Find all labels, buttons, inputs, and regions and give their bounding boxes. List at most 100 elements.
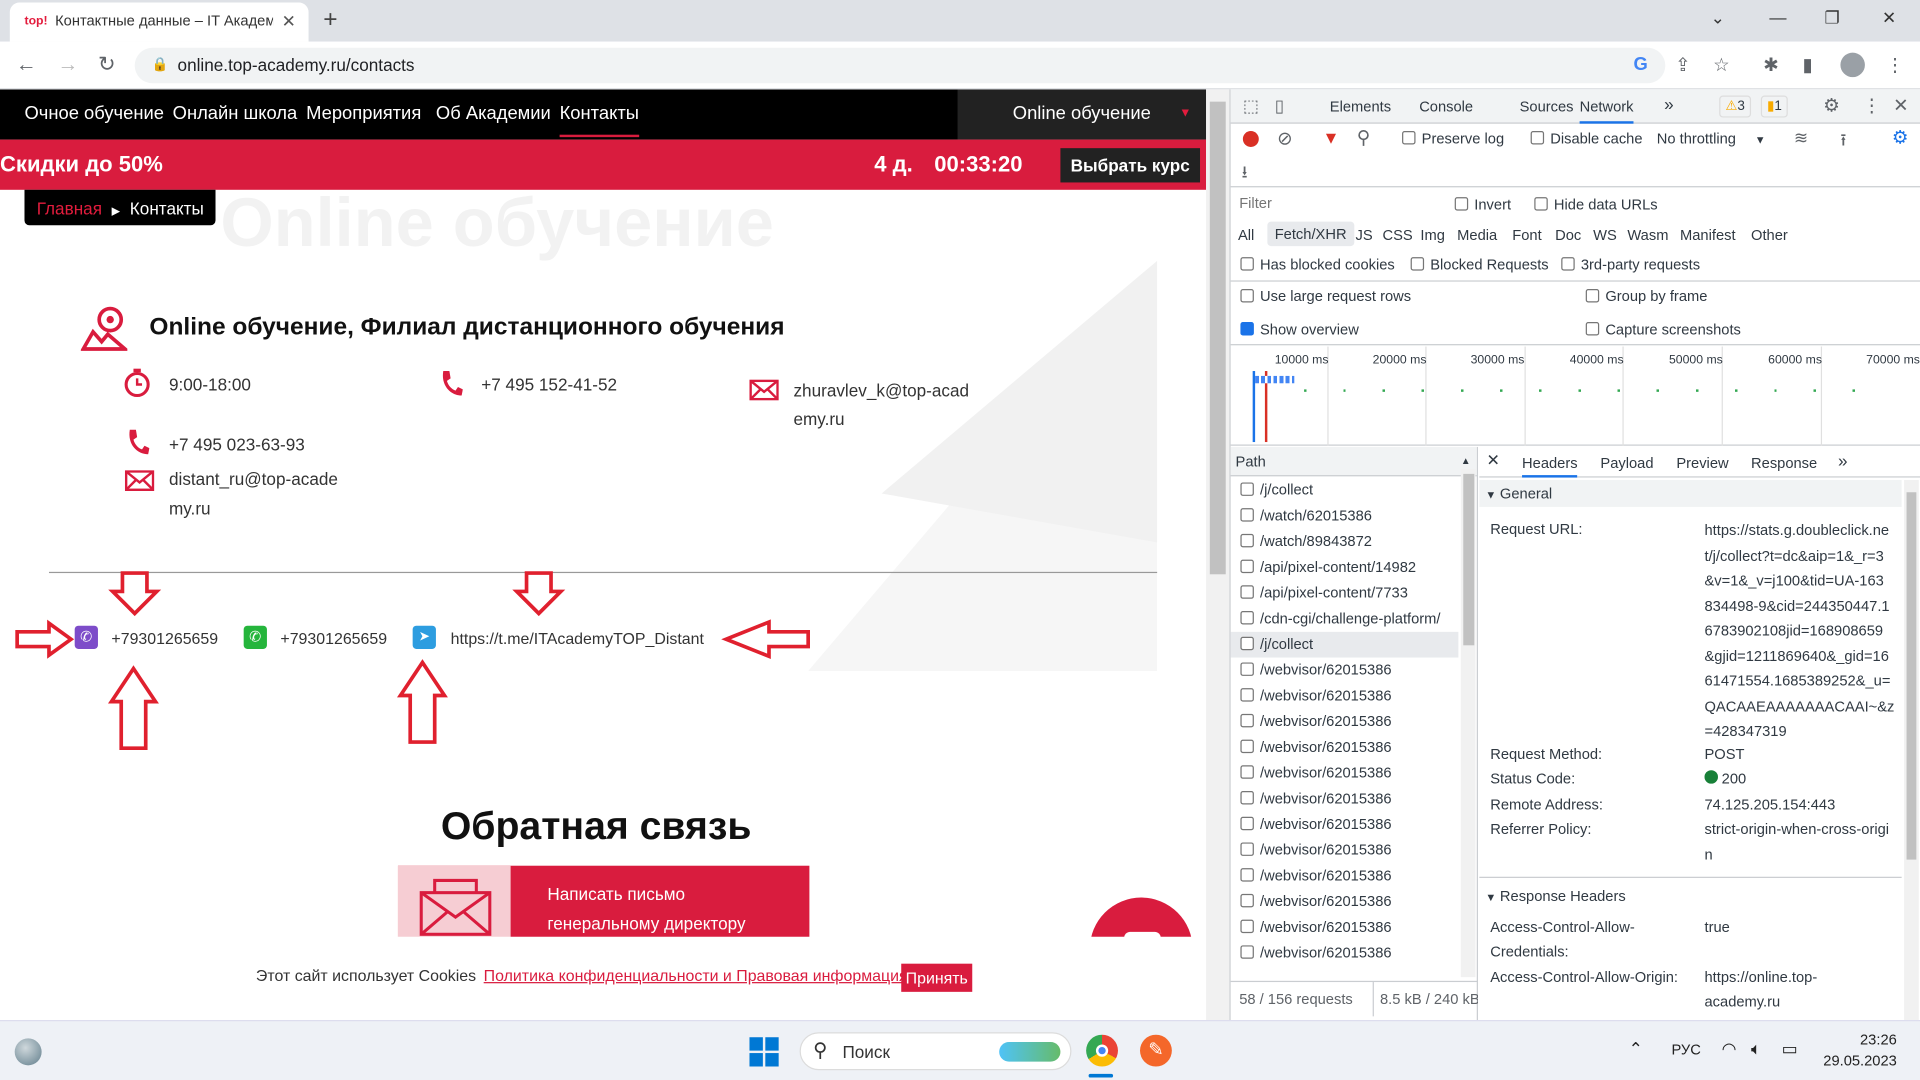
- devtools-settings-icon[interactable]: ⚙: [1823, 94, 1839, 117]
- general-section-header[interactable]: ▼ General: [1479, 480, 1902, 507]
- email-1-line2[interactable]: emy.ru: [793, 405, 844, 433]
- issues-badge[interactable]: ▮1: [1760, 95, 1788, 118]
- network-overview-timeline[interactable]: 10000 ms 20000 ms 30000 ms 40000 ms 5000…: [1230, 346, 1920, 446]
- hide-data-urls-checkbox[interactable]: Hide data URLs: [1534, 196, 1658, 213]
- group-by-frame-checkbox[interactable]: Group by frame: [1585, 288, 1707, 305]
- third-party-checkbox[interactable]: 3rd-party requests: [1561, 256, 1700, 273]
- throttling-select[interactable]: No throttling ▼: [1657, 130, 1766, 147]
- request-row-checkbox[interactable]: [1240, 945, 1254, 959]
- nav-link-online-school[interactable]: Онлайн школа: [173, 103, 298, 124]
- invert-checkbox[interactable]: Invert: [1454, 196, 1511, 213]
- request-row[interactable]: /j/collect: [1230, 631, 1459, 658]
- type-filter-doc[interactable]: Doc: [1555, 227, 1581, 244]
- type-filter-js[interactable]: JS: [1356, 227, 1373, 244]
- side-panel-icon[interactable]: ▮: [1802, 54, 1812, 76]
- request-list-scrollbar[interactable]: [1460, 468, 1476, 978]
- tray-chevron-icon[interactable]: ⌃: [1629, 1038, 1643, 1059]
- request-row-checkbox[interactable]: [1240, 842, 1254, 856]
- capture-screenshots-checkbox[interactable]: Capture screenshots: [1585, 321, 1741, 338]
- request-row-checkbox[interactable]: [1240, 816, 1254, 831]
- preserve-log-checkbox[interactable]: Preserve log: [1402, 130, 1504, 147]
- show-overview-checkbox[interactable]: Show overview: [1240, 321, 1359, 338]
- request-row-checkbox[interactable]: [1240, 508, 1254, 522]
- request-row[interactable]: /webvisor/62015386: [1231, 889, 1459, 915]
- accept-cookies-button[interactable]: Принять: [901, 963, 973, 992]
- request-row-checkbox[interactable]: [1240, 636, 1254, 651]
- share-icon[interactable]: ⇪: [1675, 54, 1690, 76]
- search-icon[interactable]: ⚲: [1357, 126, 1370, 148]
- request-row-checkbox[interactable]: [1240, 482, 1254, 496]
- request-row[interactable]: /webvisor/62015386: [1231, 838, 1459, 864]
- google-icon[interactable]: G: [1633, 54, 1647, 75]
- extensions-icon[interactable]: ✱: [1763, 54, 1778, 76]
- tab-search-chevron-icon[interactable]: ⌄: [1711, 7, 1725, 28]
- type-filter-manifest[interactable]: Manifest: [1680, 227, 1736, 244]
- path-column-header[interactable]: Path ▲: [1230, 446, 1477, 477]
- devtools-menu-icon[interactable]: ⋮: [1862, 94, 1880, 117]
- request-row[interactable]: /webvisor/62015386: [1231, 812, 1459, 838]
- clock-date[interactable]: 29.05.2023: [1823, 1052, 1897, 1069]
- details-scrollbar[interactable]: [1904, 480, 1919, 1021]
- request-row[interactable]: /webvisor/62015386: [1231, 683, 1459, 709]
- page-scrollbar-thumb[interactable]: [1209, 101, 1226, 575]
- nav-link-offline[interactable]: Очное обучение: [24, 103, 163, 124]
- record-icon[interactable]: [1242, 131, 1259, 147]
- request-row-checkbox[interactable]: [1240, 585, 1254, 599]
- disable-cache-checkbox[interactable]: Disable cache: [1530, 130, 1643, 147]
- new-tab-icon[interactable]: +: [323, 6, 337, 34]
- detail-tab-response[interactable]: Response: [1751, 454, 1817, 471]
- request-row-checkbox[interactable]: [1240, 765, 1254, 779]
- request-row[interactable]: /webvisor/62015386: [1231, 760, 1459, 786]
- request-row[interactable]: /watch/89843872: [1231, 529, 1459, 555]
- volume-icon[interactable]: 🔈︎: [1751, 1038, 1761, 1059]
- type-filter-font[interactable]: Font: [1512, 227, 1541, 244]
- privacy-policy-link[interactable]: Политика конфиденциальности и Правовая и…: [484, 966, 908, 984]
- omnibox[interactable]: 🔒 online.top-academy.ru/contacts: [134, 47, 1666, 84]
- has-blocked-cookies-checkbox[interactable]: Has blocked cookies: [1240, 256, 1395, 273]
- battery-icon[interactable]: ▭: [1782, 1038, 1798, 1059]
- weather-widget-icon[interactable]: [14, 1038, 42, 1066]
- request-list-scrollbar-thumb[interactable]: [1463, 473, 1475, 646]
- request-row-checkbox[interactable]: [1240, 559, 1254, 574]
- network-conditions-icon[interactable]: ≋: [1794, 127, 1808, 148]
- nav-link-events[interactable]: Мероприятия: [306, 103, 421, 124]
- request-row[interactable]: /webvisor/62015386: [1231, 735, 1459, 761]
- input-language[interactable]: РУС: [1671, 1041, 1700, 1058]
- lock-icon[interactable]: 🔒: [152, 56, 169, 73]
- tab-console[interactable]: Console: [1419, 98, 1473, 115]
- more-detail-tabs-icon[interactable]: »: [1838, 451, 1848, 471]
- request-row[interactable]: /webvisor/62015386: [1231, 940, 1459, 966]
- bookmark-star-icon[interactable]: ☆: [1713, 54, 1729, 76]
- choose-course-button[interactable]: Выбрать курс: [1060, 148, 1201, 183]
- page-scrollbar[interactable]: [1206, 89, 1230, 1021]
- browser-tab[interactable]: top! Контактные данные – IT Академ ✕: [9, 2, 309, 42]
- request-row[interactable]: /cdn-cgi/challenge-platform/: [1231, 606, 1459, 632]
- type-filter-css[interactable]: CSS: [1382, 227, 1412, 244]
- request-row[interactable]: /webvisor/62015386: [1231, 863, 1459, 889]
- chrome-taskbar-icon[interactable]: [1086, 1034, 1118, 1067]
- type-filter-ws[interactable]: WS: [1593, 227, 1617, 244]
- phone-number-2[interactable]: +7 495 023-63-93: [169, 431, 305, 459]
- type-filter-other[interactable]: Other: [1751, 227, 1788, 244]
- type-filter-fetch-xhr[interactable]: Fetch/XHR: [1267, 221, 1354, 247]
- clear-icon[interactable]: ⊘: [1277, 127, 1292, 150]
- request-row[interactable]: /api/pixel-content/14982: [1231, 555, 1459, 581]
- request-row[interactable]: /webvisor/62015386: [1231, 786, 1459, 812]
- request-row-checkbox[interactable]: [1240, 713, 1254, 728]
- request-row[interactable]: /webvisor/62015386: [1231, 658, 1459, 684]
- request-row-checkbox[interactable]: [1240, 739, 1254, 754]
- inspect-element-icon[interactable]: ⬚: [1243, 96, 1259, 117]
- type-filter-media[interactable]: Media: [1457, 227, 1497, 244]
- close-window-icon[interactable]: ✕: [1882, 7, 1896, 28]
- maximize-icon[interactable]: ❐: [1825, 7, 1840, 28]
- request-row[interactable]: /api/pixel-content/7733: [1231, 580, 1459, 606]
- email-1-line1[interactable]: zhuravlev_k@top-acad: [793, 377, 969, 405]
- device-toolbar-icon[interactable]: ▯: [1275, 96, 1284, 117]
- export-har-icon[interactable]: ⭳: [1242, 159, 1248, 188]
- nav-link-contacts[interactable]: Контакты: [559, 103, 639, 138]
- warnings-badge[interactable]: ⚠3: [1719, 95, 1752, 118]
- breadcrumb-home[interactable]: Главная: [37, 198, 102, 218]
- pencil-app-icon[interactable]: ✎: [1140, 1034, 1172, 1067]
- type-filter-wasm[interactable]: Wasm: [1627, 227, 1668, 244]
- details-scrollbar-thumb[interactable]: [1906, 492, 1917, 860]
